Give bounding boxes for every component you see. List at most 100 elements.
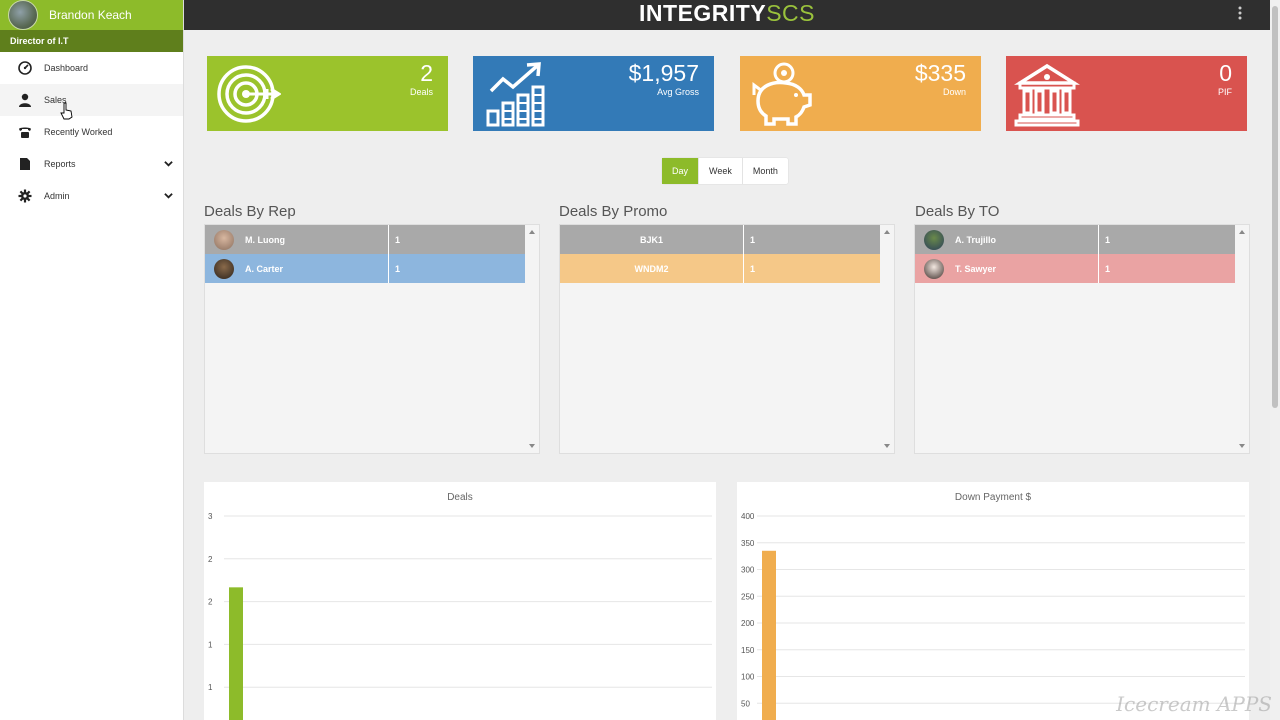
row-name: A. Carter xyxy=(245,263,284,274)
panel-scrollbar[interactable] xyxy=(1235,225,1249,453)
watermark: Icecream APPS xyxy=(1116,692,1272,716)
tab-week[interactable]: Week xyxy=(699,158,743,184)
stat-label: PIF xyxy=(1217,87,1232,97)
row-count: 1 xyxy=(750,234,756,245)
sidebar-item-label: Recently Worked xyxy=(44,127,113,137)
table-row[interactable]: M. Luong 1 xyxy=(205,225,525,254)
gear-icon xyxy=(18,189,32,203)
row-count: 1 xyxy=(1105,263,1111,274)
y-tick-label: 350 xyxy=(741,539,755,548)
sidebar-item-sales[interactable]: Sales xyxy=(0,84,183,120)
stat-card-deals: 2 Deals xyxy=(207,56,448,131)
sidebar-item-recently-worked[interactable]: Recently Worked xyxy=(0,116,183,148)
stat-value: $1,957 xyxy=(628,60,699,86)
stat-value: $335 xyxy=(914,60,966,86)
row-name: M. Luong xyxy=(245,234,285,245)
panel-deals-by-to: A. Trujillo 1 T. Sawyer 1 xyxy=(914,224,1250,454)
more-menu-icon[interactable] xyxy=(1236,5,1244,23)
brand-logo: INTEGRITYSCS xyxy=(184,0,1270,26)
brand-sub: SCS xyxy=(766,0,815,26)
bar[interactable] xyxy=(762,550,776,720)
table-row[interactable]: WNDM2 1 xyxy=(560,254,880,283)
row-name: T. Sawyer xyxy=(955,263,997,274)
scroll-down-icon[interactable] xyxy=(1239,444,1245,448)
stat-value: 2 xyxy=(420,60,433,86)
table-row[interactable]: A. Trujillo 1 xyxy=(915,225,1235,254)
user-role: Director of I.T xyxy=(0,30,183,52)
y-tick-label: 300 xyxy=(741,566,755,575)
row-name: A. Trujillo xyxy=(955,234,997,245)
stat-card-pif: 0 PIF xyxy=(1006,56,1247,131)
row-count: 1 xyxy=(395,263,401,274)
brand-main: INTEGRITY xyxy=(639,0,767,26)
phone-icon xyxy=(18,125,32,139)
avatar xyxy=(214,229,234,250)
bar[interactable] xyxy=(229,587,243,720)
scroll-up-icon[interactable] xyxy=(1239,230,1245,234)
piggy-bank-icon xyxy=(752,62,812,126)
sidebar-item-dashboard[interactable]: Dashboard xyxy=(0,52,183,84)
page-scroll-thumb[interactable] xyxy=(1272,6,1278,408)
scroll-up-icon[interactable] xyxy=(529,230,535,234)
row-count: 1 xyxy=(1105,234,1111,245)
sidebar: Brandon Keach Director of I.T Dashboard … xyxy=(0,0,184,720)
y-tick-label: 1 xyxy=(208,640,213,649)
user-icon xyxy=(18,93,32,107)
panel-deals-by-promo: BJK1 1 WNDM2 1 xyxy=(559,224,895,454)
panel-title-deals-by-rep: Deals By Rep xyxy=(204,203,296,220)
y-tick-label: 50 xyxy=(741,699,750,708)
table-row[interactable]: A. Carter 1 xyxy=(205,254,525,283)
panel-scrollbar[interactable] xyxy=(525,225,539,453)
sidebar-item-admin[interactable]: Admin xyxy=(0,180,183,212)
stat-card-avg-gross: $1,957 Avg Gross xyxy=(473,56,714,131)
tab-day[interactable]: Day xyxy=(662,158,700,184)
row-count: 1 xyxy=(750,263,756,274)
y-tick-label: 3 xyxy=(208,512,213,521)
bank-icon xyxy=(1014,63,1080,127)
stat-value: 0 xyxy=(1219,60,1232,86)
top-bar: INTEGRITYSCS xyxy=(184,0,1270,30)
table-row[interactable]: T. Sawyer 1 xyxy=(915,254,1235,283)
chart-card-down-payment: Down Payment $ 400 350 300 250 200 150 100 50 xyxy=(737,482,1249,720)
y-tick-label: 2 xyxy=(208,555,213,564)
target-icon xyxy=(217,65,281,123)
sidebar-item-label: Admin xyxy=(44,191,70,201)
y-tick-label: 150 xyxy=(741,646,755,655)
stat-label: Avg Gross xyxy=(657,87,699,97)
avatar xyxy=(214,258,234,279)
period-tabs: Day Week Month xyxy=(662,158,788,184)
y-tick-label: 100 xyxy=(741,673,755,682)
y-tick-label: 2 xyxy=(208,598,213,607)
scroll-down-icon[interactable] xyxy=(529,444,535,448)
panel-deals-by-rep: M. Luong 1 A. Carter 1 xyxy=(204,224,540,454)
chart-deals: 3 2 2 1 1 xyxy=(208,512,712,720)
stat-label: Deals xyxy=(409,87,433,97)
stat-label: Down xyxy=(942,87,966,97)
chart-card-deals: Deals 32211 xyxy=(204,482,716,720)
chevron-down-icon xyxy=(164,161,173,167)
panel-title-deals-by-promo: Deals By Promo xyxy=(559,203,668,220)
y-tick-label: 1 xyxy=(208,683,213,692)
user-name: Brandon Keach xyxy=(49,8,132,22)
scroll-down-icon[interactable] xyxy=(884,444,890,448)
user-header: Brandon Keach xyxy=(0,0,183,30)
row-name: BJK1 xyxy=(639,234,663,245)
y-tick-label: 200 xyxy=(741,619,755,628)
table-row[interactable]: BJK1 1 xyxy=(560,225,880,254)
avatar[interactable] xyxy=(8,0,38,30)
sidebar-item-reports[interactable]: Reports xyxy=(0,148,183,180)
panel-scrollbar[interactable] xyxy=(880,225,894,453)
dashboard-gauge-icon xyxy=(18,61,32,75)
scroll-up-icon[interactable] xyxy=(884,230,890,234)
stat-card-down: $335 Down xyxy=(740,56,981,131)
tab-month[interactable]: Month xyxy=(743,158,788,184)
panel-title-deals-by-to: Deals By TO xyxy=(915,203,1000,220)
avatar xyxy=(924,229,944,250)
row-name: WNDM2 xyxy=(634,263,669,274)
row-count: 1 xyxy=(395,234,401,245)
page-scrollbar[interactable] xyxy=(1270,0,1280,720)
y-tick-label: 250 xyxy=(741,592,755,601)
avatar xyxy=(924,258,944,279)
y-tick-label: 400 xyxy=(741,512,755,521)
sidebar-item-label: Reports xyxy=(44,159,76,169)
